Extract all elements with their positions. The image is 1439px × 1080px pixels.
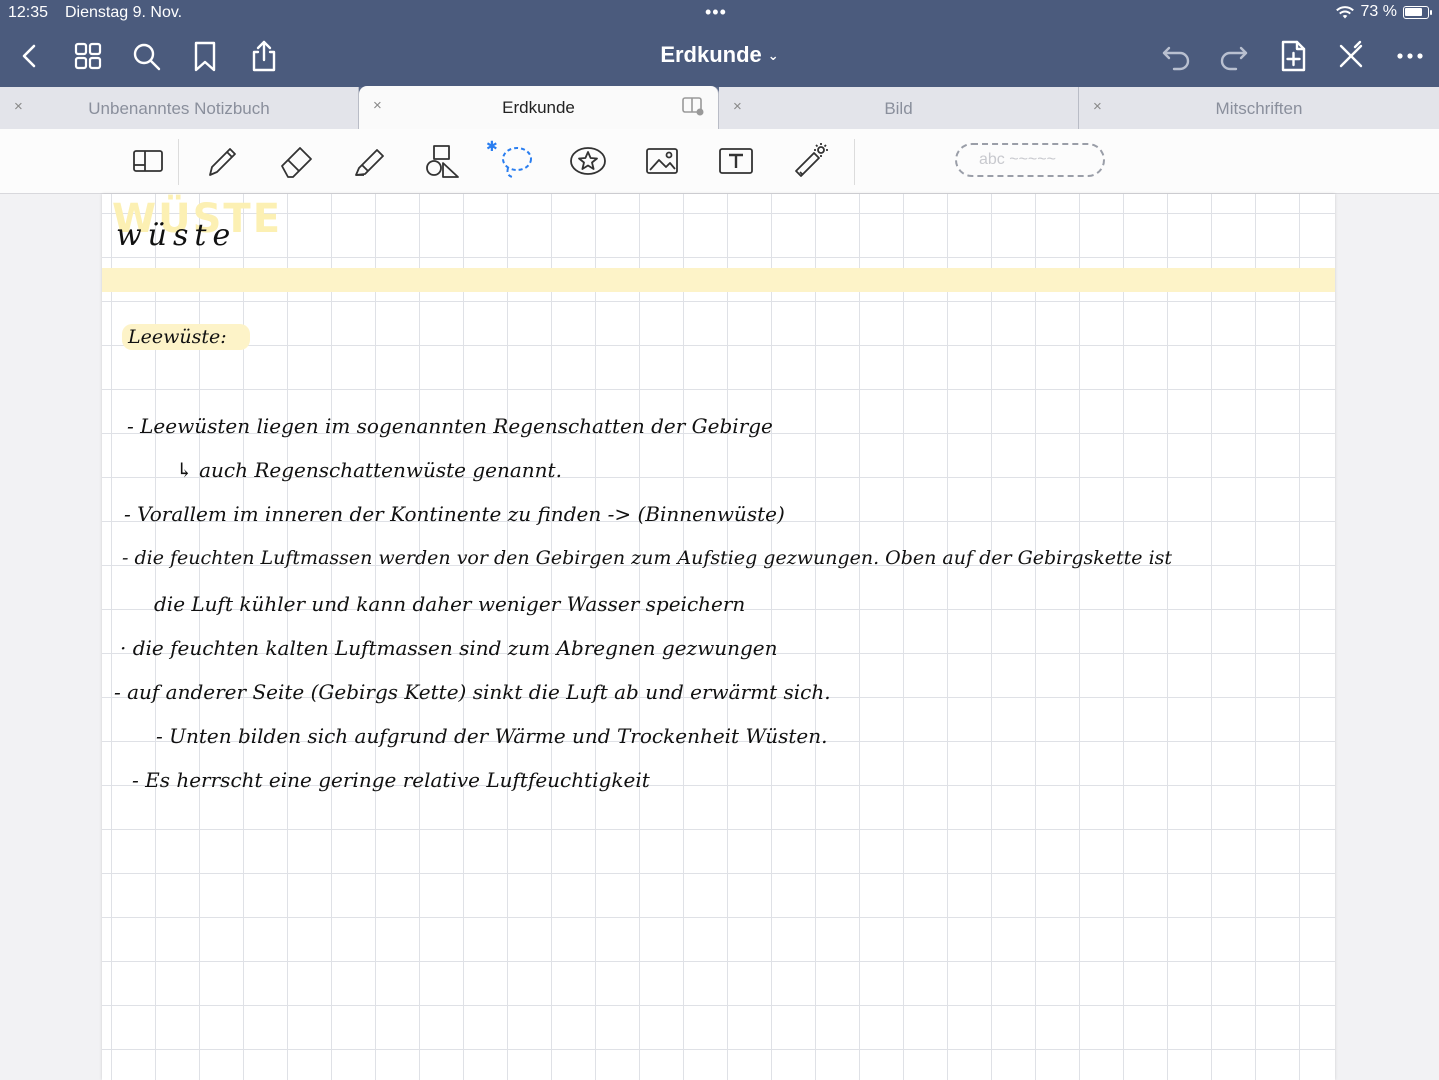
sticker-icon[interactable] [568,141,608,181]
multitasking-dots[interactable]: ••• [705,2,727,23]
laser-pointer-icon[interactable] [790,141,830,181]
note-line: · die feuchten kalten Luftmassen sind zu… [120,636,778,660]
tab-erdkunde[interactable]: × Erdkunde [359,86,719,129]
add-page-icon[interactable] [1275,38,1311,74]
text-icon[interactable] [716,141,756,181]
top-bar: 12:35 Dienstag 9. Nov. ••• 73 % Erdkunde… [0,0,1439,87]
chevron-down-icon: ⌄ [767,48,779,64]
tab-label: Erdkunde [502,98,575,117]
undo-icon[interactable] [1158,38,1194,74]
handwriting-conversion-pill[interactable]: abc ~~~~~ [955,143,1105,177]
status-time: 12:35 [8,4,49,21]
note-page[interactable]: WÜSTE wüste Leewüste: - Leewüsten liegen… [102,194,1335,1080]
document-title-label: Erdkunde [660,42,762,67]
status-right: 73 % [1335,3,1432,21]
note-line: - Vorallem im inneren der Kontinente zu … [124,502,785,526]
note-line: die Luft kühler und kann daher weniger W… [154,592,746,616]
note-line: - die feuchten Luftmassen werden vor den… [122,547,1173,569]
tab-bar: × Unbenanntes Notizbuch × Erdkunde × Bil… [0,86,1439,129]
note-line: - Unten bilden sich aufgrund der Wärme u… [156,724,828,748]
note-line: - Leewüsten liegen im sogenannten Regens… [127,414,773,438]
tab-bild[interactable]: × Bild [719,87,1079,129]
tab-label: Bild [884,99,913,118]
note-subheading: Leewüste: [128,326,227,348]
tab-unbenanntes-notizbuch[interactable]: × Unbenanntes Notizbuch [0,87,359,129]
shapes-icon[interactable] [422,141,462,181]
battery-icon [1403,5,1432,19]
tab-mitschriften[interactable]: × Mitschriften [1079,87,1439,129]
image-icon[interactable] [642,141,682,181]
note-line: ↳ auch Regenschattenwüste genannt. [176,458,562,482]
split-view-icon[interactable] [682,96,704,116]
note-line: - Es herrscht eine geringe relative Luft… [132,768,650,792]
tab-label: Mitschriften [1215,99,1303,118]
lasso-icon[interactable] [496,141,536,181]
tool-bar: ✱ abc ~~~~~ [0,129,1439,194]
eraser-icon[interactable] [276,141,316,181]
redo-icon[interactable] [1216,38,1252,74]
title-highlight-band [102,268,1335,292]
note-title: wüste [116,218,237,253]
tab-label: Unbenanntes Notizbuch [88,99,270,118]
battery-percent: 73 % [1360,3,1397,20]
close-pen-icon[interactable] [1333,38,1369,74]
zoom-box-icon[interactable] [128,141,168,181]
status-date: Dienstag 9. Nov. [65,4,183,21]
toolbar-divider [854,139,855,185]
wifi-icon [1335,5,1354,18]
toolbar-divider [178,139,179,185]
note-line: - auf anderer Seite (Gebirgs Kette) sink… [114,680,831,704]
more-icon[interactable] [1392,38,1428,74]
pen-icon[interactable] [202,141,242,181]
highlighter-icon[interactable] [350,141,390,181]
